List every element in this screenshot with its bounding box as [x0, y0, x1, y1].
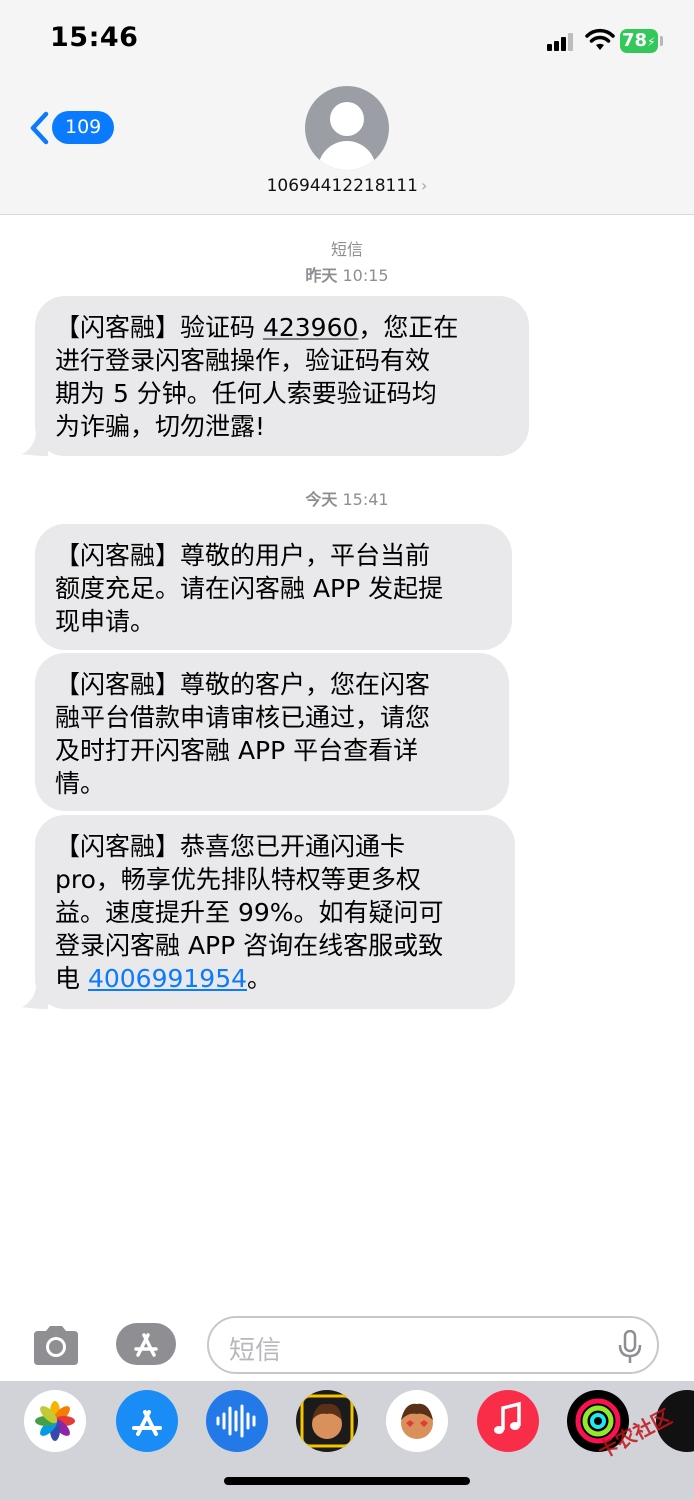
memoji-stickers-icon — [401, 1403, 433, 1439]
avatar-head — [330, 102, 364, 136]
camera-icon[interactable] — [30, 1323, 82, 1367]
photos-app-icon[interactable] — [24, 1390, 86, 1452]
message-4-text-b: 。 — [247, 964, 273, 993]
back-unread-badge[interactable]: 109 — [52, 111, 115, 144]
memoji-face-icon — [300, 1394, 354, 1448]
meta-2-time: 15:41 — [337, 490, 389, 509]
message-bubble[interactable]: 【闪客融】尊敬的用户，平台当前 额度充足。请在闪客融 APP 发起提 现申请。 — [35, 524, 512, 650]
status-time: 15:46 — [50, 22, 139, 53]
battery-tip — [660, 36, 663, 46]
photos-flower-icon — [35, 1401, 75, 1441]
thread-meta-2: 今天 15:41 — [0, 486, 694, 510]
audio-message-app-icon[interactable] — [206, 1390, 268, 1452]
battery-level: 78 — [622, 30, 648, 51]
app-store-icon — [134, 1330, 174, 1358]
battery-icon: 78⚡ — [620, 29, 658, 53]
message-type-label: 短信 — [330, 240, 363, 259]
contact-name[interactable]: 10694412218111 › — [0, 176, 694, 196]
meta-2-day: 今天 — [305, 490, 338, 509]
message-bubble[interactable]: 【闪客融】恭喜您已开通闪通卡 pro，畅享优先排队特权等更多权 益。速度提升至 … — [35, 815, 515, 1009]
wifi-icon — [585, 28, 615, 50]
home-indicator — [224, 1477, 470, 1485]
meta-1-day: 昨天 — [305, 266, 338, 285]
message-input-placeholder: 短信 — [229, 1336, 282, 1366]
app-store-app-icon[interactable] — [116, 1390, 178, 1452]
thread-meta-1: 短信 昨天 10:15 — [0, 236, 694, 286]
navigation-header: 15:46 78⚡ 109 10694412218111 › — [0, 0, 694, 215]
music-app-icon[interactable] — [477, 1390, 539, 1452]
microphone-icon[interactable] — [617, 1330, 643, 1364]
contact-avatar[interactable] — [305, 86, 389, 170]
phone-number-link[interactable]: 4006991954 — [88, 964, 247, 993]
avatar-body — [318, 141, 376, 170]
waveform-icon — [216, 1404, 256, 1438]
cellular-signal-icon — [547, 33, 577, 51]
app-store-glyph-icon — [132, 1410, 162, 1436]
memoji-stickers-app-icon[interactable] — [386, 1390, 448, 1452]
memoji-app-icon[interactable] — [296, 1390, 358, 1452]
message-1-text-a: 【闪客融】验证码 — [55, 313, 263, 342]
message-input[interactable]: 短信 — [207, 1316, 659, 1374]
verification-code[interactable]: 423960 — [263, 313, 358, 342]
app-drawer-button[interactable] — [116, 1323, 176, 1365]
message-bubble[interactable]: 【闪客融】验证码 423960，您正在 进行登录闪客融操作，验证码有效 期为 5… — [35, 296, 529, 456]
message-3-text: 【闪客融】尊敬的客户，您在闪客 融平台借款申请审核已通过，请您 及时打开闪客融 … — [55, 670, 431, 798]
chevron-right-icon: › — [421, 176, 428, 195]
message-bubble[interactable]: 【闪客融】尊敬的客户，您在闪客 融平台借款申请审核已通过，请您 及时打开闪客融 … — [35, 653, 509, 811]
message-2-text: 【闪客融】尊敬的用户，平台当前 额度充足。请在闪客融 APP 发起提 现申请。 — [55, 541, 444, 636]
meta-1-time: 10:15 — [337, 266, 389, 285]
contact-number[interactable]: 10694412218111 — [267, 176, 418, 196]
music-note-icon — [494, 1401, 521, 1434]
